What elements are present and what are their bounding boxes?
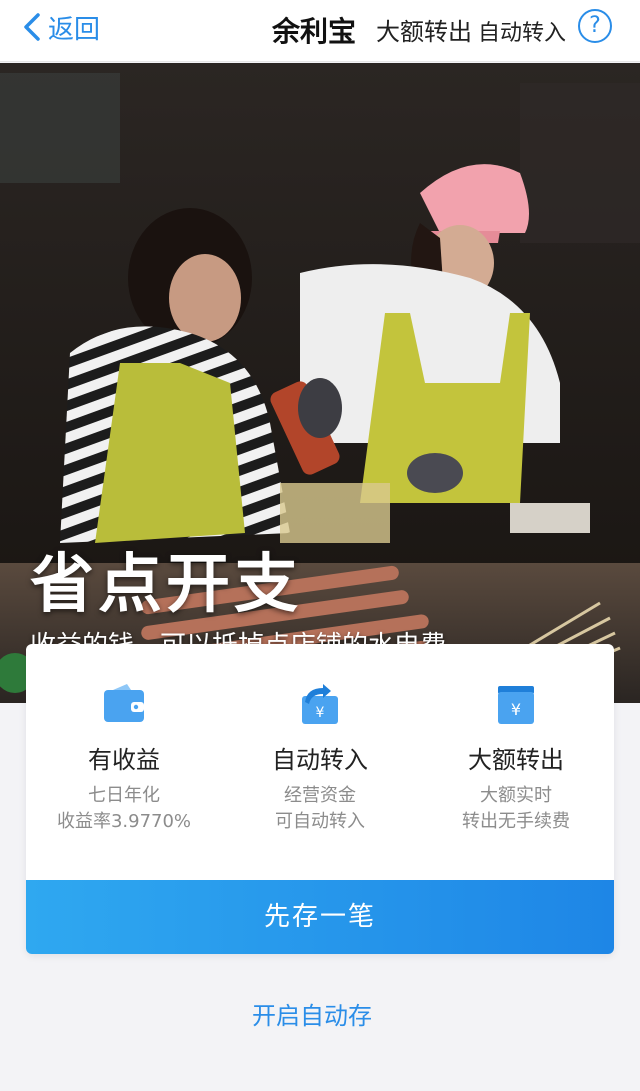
feature-withdraw: ¥ 大额转出 大额实时 转出无手续费 — [418, 682, 614, 835]
yen-folder-icon: ¥ — [498, 686, 534, 724]
feature-title: 有收益 — [88, 746, 160, 774]
nav-ticker: 大额转出 自动转入 — [376, 12, 566, 46]
wallet-icon — [104, 684, 144, 722]
feature-desc-line: 转出无手续费 — [462, 811, 570, 832]
svg-text:¥: ¥ — [316, 705, 325, 721]
ticker-item-withdraw: 大额转出 — [376, 18, 472, 46]
svg-text:¥: ¥ — [511, 700, 521, 719]
feature-desc-line: 可自动转入 — [275, 811, 365, 832]
back-button[interactable]: 返回 — [22, 9, 100, 45]
feature-desc-line: 七日年化 — [88, 785, 160, 806]
feature-card: 有收益 七日年化 收益率3.9770% ¥ 自动转入 经营资金 可自动转入 ¥ … — [26, 644, 614, 954]
back-label: 返回 — [48, 14, 101, 45]
feature-desc-line: 收益率3.9770% — [56, 811, 192, 832]
page-title: 余利宝 — [272, 15, 357, 48]
nav-bar: 返回 余利宝 大额转出 自动转入 ? — [0, 0, 640, 62]
feature-desc-line: 大额实时 — [480, 785, 552, 806]
hero-banner: 省点开支 收益的钱，可以抵掉点店铺的水电费 — [0, 63, 640, 703]
feature-desc: 七日年化 收益率3.9770% — [26, 783, 222, 835]
feature-auto-in: ¥ 自动转入 经营资金 可自动转入 — [222, 682, 418, 835]
feature-earnings: 有收益 七日年化 收益率3.9770% — [26, 682, 222, 835]
help-icon[interactable]: ? — [578, 9, 612, 43]
auto-transfer-icon: ¥ — [302, 684, 338, 724]
feature-title: 大额转出 — [468, 746, 564, 774]
feature-title: 自动转入 — [272, 746, 368, 774]
hero-title: 省点开支 — [30, 548, 302, 622]
deposit-button[interactable]: 先存一笔 — [26, 880, 614, 954]
feature-desc-line: 经营资金 — [284, 785, 356, 806]
feature-desc: 经营资金 可自动转入 — [222, 783, 418, 835]
ticker-item-auto-in: 自动转入 — [478, 21, 566, 46]
chevron-left-icon — [24, 13, 40, 41]
auto-save-link[interactable]: 开启自动存 — [252, 996, 372, 1031]
feature-desc: 大额实时 转出无手续费 — [418, 783, 614, 835]
